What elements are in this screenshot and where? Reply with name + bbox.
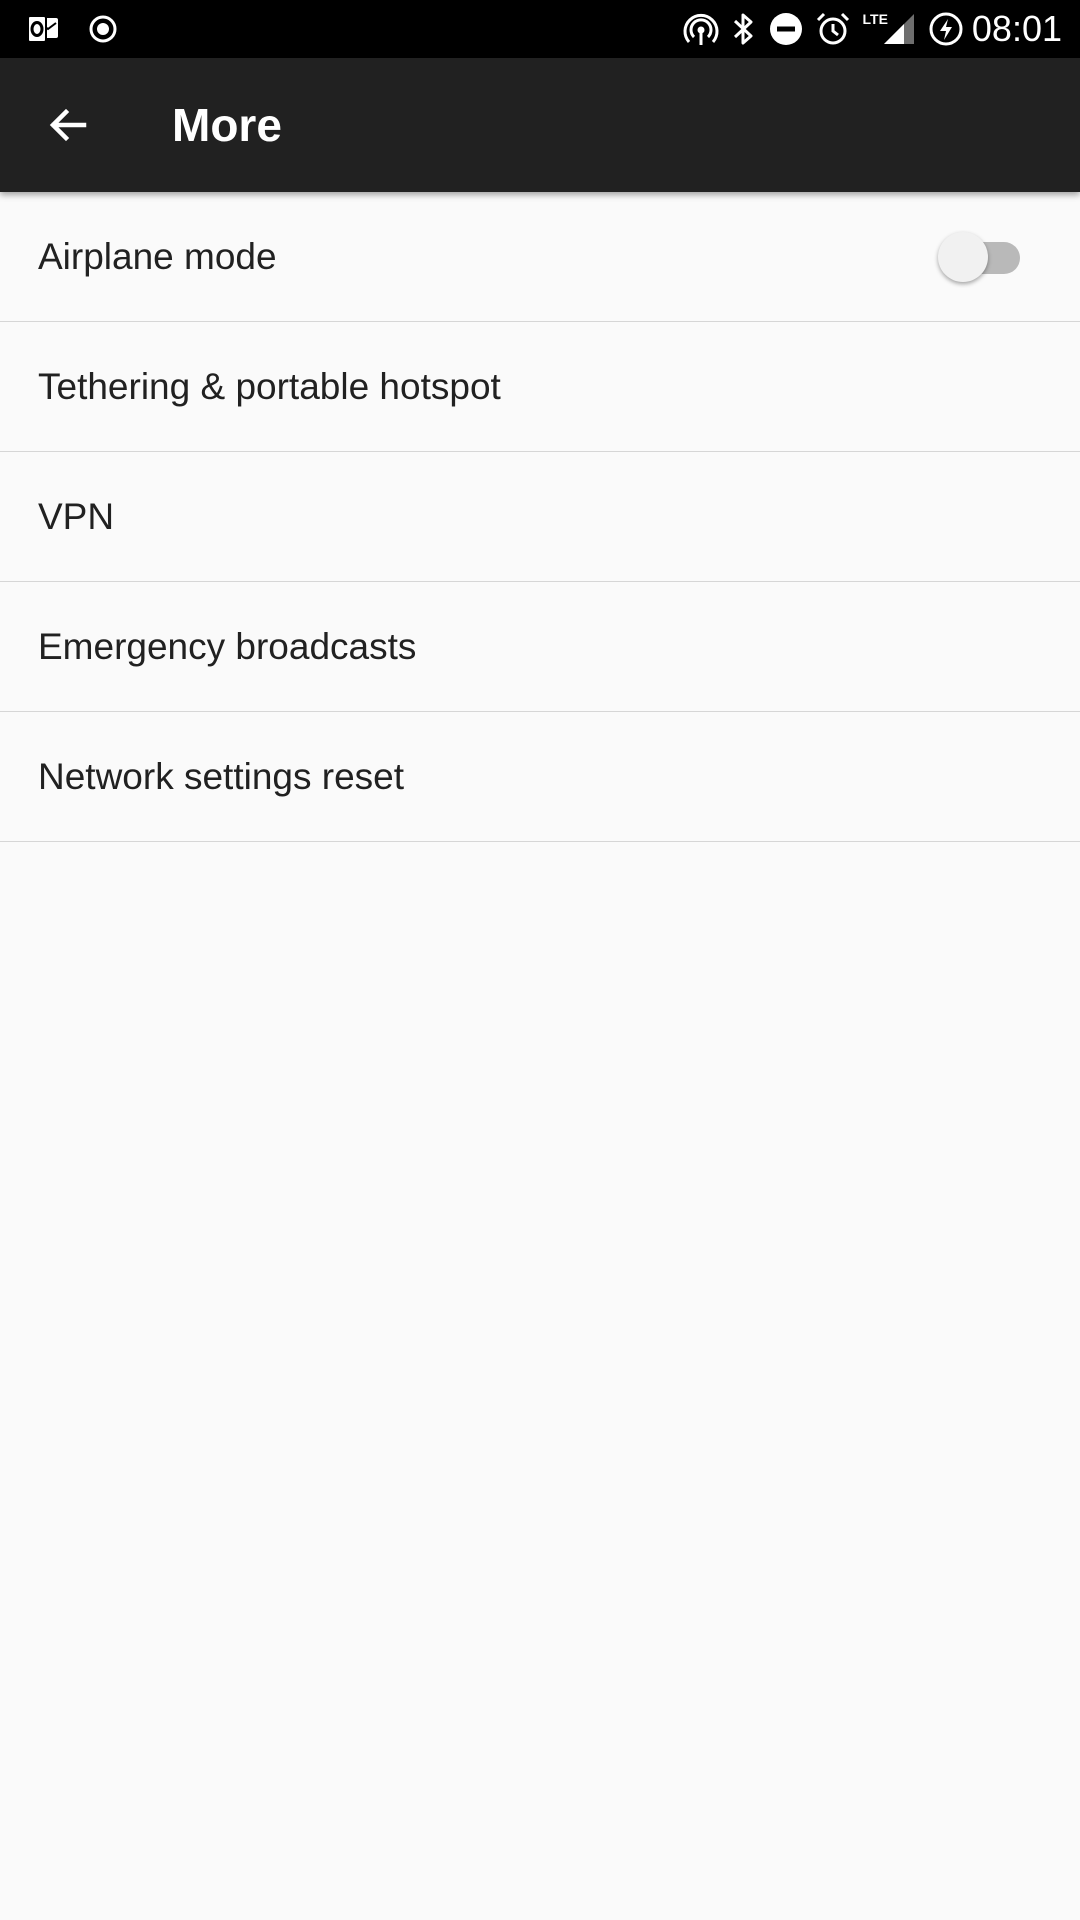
arrow-back-icon [49, 108, 87, 142]
status-bar-right: LTE 08:01 [671, 8, 1062, 50]
tethering-hotspot-item[interactable]: Tethering & portable hotspot [0, 322, 1080, 452]
do-not-disturb-icon [769, 12, 803, 46]
battery-charging-icon [928, 11, 964, 47]
status-bar: LTE 08:01 [0, 0, 1080, 58]
toggle-thumb [938, 231, 988, 282]
status-time: 08:01 [971, 8, 1062, 49]
airplane-mode-toggle[interactable] [938, 231, 1020, 282]
cell-signal-icon: LTE [862, 11, 916, 46]
alarm-icon [815, 11, 851, 47]
back-button[interactable] [34, 91, 102, 159]
hotspot-icon [683, 11, 719, 47]
bluetooth-icon [731, 11, 757, 47]
vpn-item[interactable]: VPN [0, 452, 1080, 582]
airplane-mode-item[interactable]: Airplane mode [0, 192, 1080, 322]
outlook-icon [26, 14, 60, 44]
network-type-label: LTE [862, 11, 888, 27]
network-settings-reset-label: Network settings reset [38, 755, 405, 797]
app-bar: More [0, 58, 1080, 192]
screen-record-icon [88, 14, 118, 44]
settings-list: Airplane mode Tethering & portable hotsp… [0, 192, 1080, 842]
page-title: More [172, 99, 282, 151]
emergency-broadcasts-item[interactable]: Emergency broadcasts [0, 582, 1080, 712]
tethering-hotspot-label: Tethering & portable hotspot [38, 365, 501, 407]
emergency-broadcasts-label: Emergency broadcasts [38, 625, 417, 667]
network-settings-reset-item[interactable]: Network settings reset [0, 712, 1080, 842]
status-bar-left [26, 14, 146, 44]
airplane-mode-label: Airplane mode [38, 235, 277, 277]
vpn-label: VPN [38, 495, 115, 537]
